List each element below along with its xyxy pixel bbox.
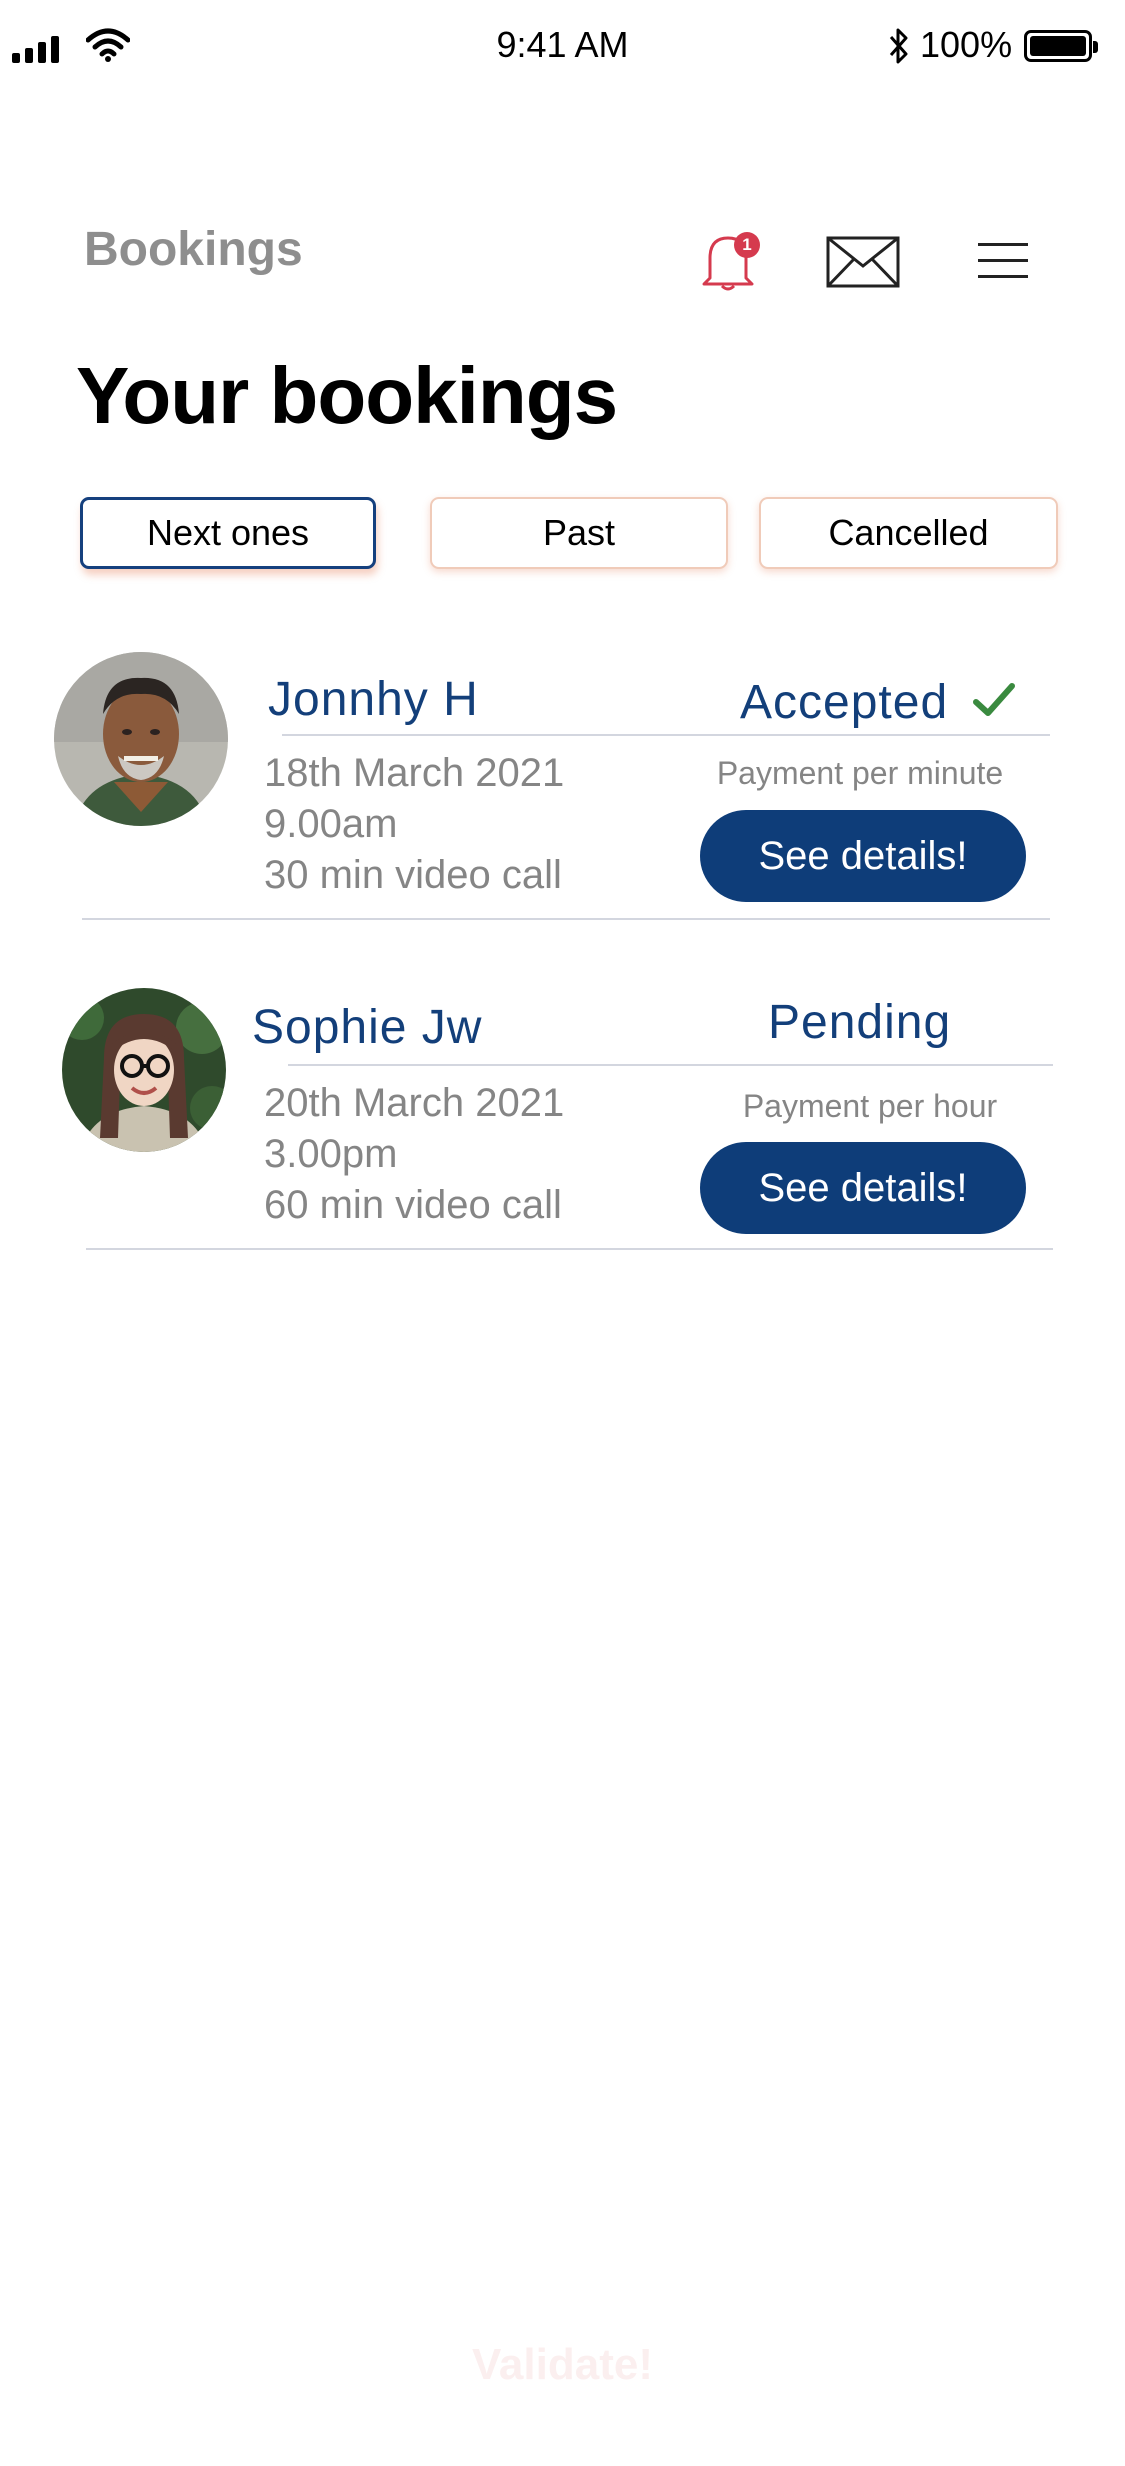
header-title: Bookings xyxy=(84,223,303,276)
booking-duration: 30 min video call xyxy=(264,853,562,897)
divider xyxy=(282,734,1050,736)
booking-duration: 60 min video call xyxy=(264,1183,562,1227)
divider xyxy=(288,1064,1053,1066)
page-title: Your bookings xyxy=(76,351,618,440)
row-divider xyxy=(82,918,1050,920)
booking-time: 9.00am xyxy=(264,802,398,846)
payment-type: Payment per minute xyxy=(716,755,1004,791)
booking-name: Jonnhy H xyxy=(268,673,479,726)
mail-icon[interactable] xyxy=(826,236,900,293)
payment-type: Payment per hour xyxy=(742,1088,998,1124)
menu-icon[interactable] xyxy=(978,243,1028,291)
tab-past[interactable]: Past xyxy=(430,497,728,569)
tab-cancelled[interactable]: Cancelled xyxy=(759,497,1058,569)
row-divider xyxy=(86,1248,1053,1250)
validate-button[interactable]: Validate! xyxy=(0,2340,1125,2390)
see-details-button[interactable]: See details! xyxy=(700,1142,1026,1234)
avatar xyxy=(54,652,228,826)
booking-date: 18th March 2021 xyxy=(264,751,565,795)
booking-status: Accepted xyxy=(740,676,949,729)
booking-date: 20th March 2021 xyxy=(264,1081,565,1125)
battery-icon xyxy=(1024,30,1098,62)
battery-percentage: 100% xyxy=(920,24,1013,65)
checkmark-icon xyxy=(972,680,1016,725)
see-details-button[interactable]: See details! xyxy=(700,810,1026,902)
bluetooth-icon xyxy=(888,27,910,70)
notification-badge: 1 xyxy=(734,232,760,258)
booking-name: Sophie Jw xyxy=(252,1001,483,1054)
booking-status: Pending xyxy=(768,996,952,1049)
booking-time: 3.00pm xyxy=(264,1132,398,1176)
tab-next-ones[interactable]: Next ones xyxy=(80,497,376,569)
avatar xyxy=(62,988,226,1152)
